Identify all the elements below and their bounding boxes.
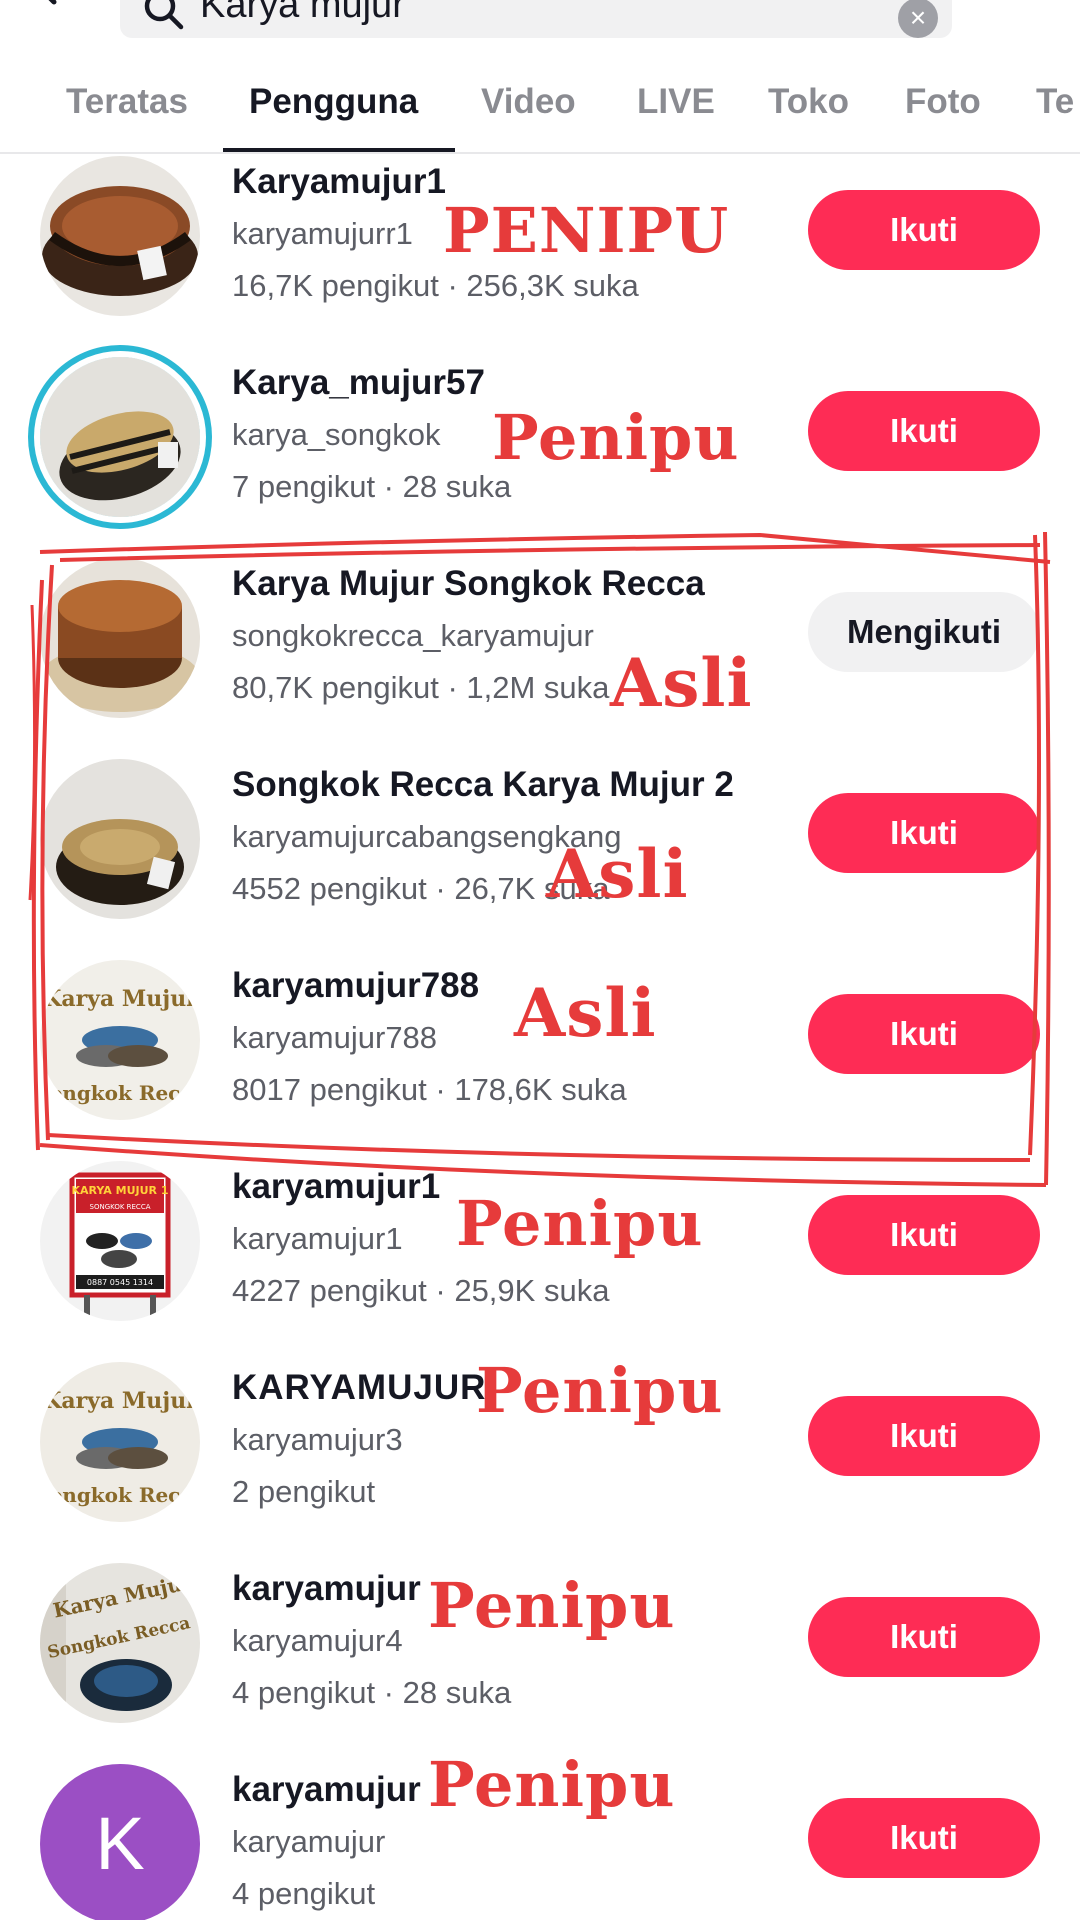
user-stats: 2 pengikut: [232, 1474, 376, 1509]
avatar-text: 0887 0545 1314: [87, 1278, 153, 1287]
avatar[interactable]: Karya Mujur Songkok Recca: [40, 1563, 200, 1723]
annotation-label: Penipu: [492, 401, 740, 474]
follow-button[interactable]: Ikuti: [808, 1597, 1040, 1677]
follow-button[interactable]: Ikuti: [808, 994, 1040, 1074]
tab-live[interactable]: LIVE: [637, 82, 715, 122]
avatar-text: Songkok Recca: [40, 1081, 200, 1105]
user-handle: karyamujur: [232, 1824, 386, 1859]
chevron-left-icon: [48, 0, 57, 5]
avatar[interactable]: [40, 357, 200, 517]
avatar-text: Songkok Recca: [40, 1483, 200, 1507]
user-display-name: Karya Mujur Songkok Recca: [232, 564, 705, 603]
avatar[interactable]: [40, 558, 200, 718]
user-stats: 80,7K pengikut · 1,2M suka: [232, 670, 610, 705]
back-button[interactable]: [28, 0, 68, 6]
user-row[interactable]: Karyamujur1 karyamujurr1 16,7K pengikut …: [0, 140, 1080, 341]
user-display-name: Songkok Recca Karya Mujur 2: [232, 765, 734, 804]
user-stats: 16,7K pengikut · 256,3K suka: [232, 268, 639, 303]
avatar-text: Karya Mujur: [42, 1388, 198, 1414]
user-handle: karyamujur1: [232, 1221, 403, 1256]
follow-button[interactable]: Ikuti: [808, 391, 1040, 471]
user-stats: 8017 pengikut · 178,6K suka: [232, 1072, 627, 1107]
clear-icon: ×: [909, 2, 927, 33]
user-stats: 4 pengikut: [232, 1876, 376, 1911]
avatar-text: SONGKOK RECCA: [90, 1203, 151, 1211]
user-handle: karya_songkok: [232, 417, 441, 452]
tab-more[interactable]: Te: [1036, 82, 1074, 122]
tab-toko[interactable]: Toko: [768, 82, 849, 122]
follow-button[interactable]: Ikuti: [808, 190, 1040, 270]
user-handle: karyamujurr1: [232, 216, 413, 251]
annotation-label: Asli: [546, 835, 689, 913]
avatar-text: Karya Mujur: [42, 986, 198, 1012]
avatar[interactable]: KARYA MUJUR 1 SONGKOK RECCA 0887 0545 13…: [40, 1161, 200, 1321]
user-handle: karyamujur3: [232, 1422, 403, 1457]
annotation-label: Asli: [514, 974, 657, 1052]
annotation-label: Asli: [610, 644, 753, 722]
user-handle: songkokrecca_karyamujur: [232, 618, 594, 653]
user-row[interactable]: KARYA MUJUR 1 SONGKOK RECCA 0887 0545 13…: [0, 1145, 1080, 1346]
user-stats: 7 pengikut · 28 suka: [232, 469, 512, 504]
clear-search-button[interactable]: ×: [898, 0, 938, 38]
user-display-name: karyamujur1: [232, 1167, 441, 1206]
user-display-name: KARYAMUJUR: [232, 1368, 487, 1407]
user-row[interactable]: Songkok Recca Karya Mujur 2 karyamujurca…: [0, 743, 1080, 944]
tab-video[interactable]: Video: [481, 82, 576, 122]
annotation-label: Penipu: [428, 1569, 676, 1642]
annotation-label: Penipu: [428, 1748, 676, 1821]
user-row[interactable]: Karya_mujur57 karya_songkok 7 pengikut ·…: [0, 341, 1080, 542]
user-row[interactable]: Karya Mujur Songkok Recca karyamujur788 …: [0, 944, 1080, 1145]
annotation-label: PENIPU: [443, 194, 730, 267]
avatar-text: KARYA MUJUR 1: [71, 1184, 168, 1197]
follow-button[interactable]: Ikuti: [808, 1396, 1040, 1476]
user-display-name: Karyamujur1: [232, 162, 446, 201]
user-handle: karyamujur4: [232, 1623, 403, 1658]
user-display-name: karyamujur788: [232, 966, 480, 1005]
follow-button[interactable]: Ikuti: [808, 793, 1040, 873]
avatar[interactable]: Karya Mujur Songkok Recca: [40, 960, 200, 1120]
annotation-label: Penipu: [476, 1354, 724, 1427]
search-bar[interactable]: Karya mujur ×: [120, 0, 952, 38]
tab-teratas[interactable]: Teratas: [66, 82, 188, 122]
user-display-name: Karya_mujur57: [232, 363, 485, 402]
user-row[interactable]: Karya Mujur Songkok Recca songkokrecca_k…: [0, 542, 1080, 743]
user-stats: 4 pengikut · 28 suka: [232, 1675, 512, 1710]
search-icon: [144, 0, 184, 30]
avatar[interactable]: [40, 156, 200, 316]
search-query[interactable]: Karya mujur: [200, 0, 405, 27]
user-row[interactable]: Karya Mujur Songkok Recca karyamujur kar…: [0, 1547, 1080, 1748]
user-row[interactable]: Karya Mujur Songkok Recca KARYAMUJUR kar…: [0, 1346, 1080, 1547]
avatar[interactable]: [40, 759, 200, 919]
avatar[interactable]: Karya Mujur Songkok Recca: [40, 1362, 200, 1522]
user-display-name: karyamujur: [232, 1569, 421, 1608]
annotation-label: Penipu: [456, 1187, 704, 1260]
tab-pengguna[interactable]: Pengguna: [249, 82, 418, 122]
follow-button[interactable]: Ikuti: [808, 1195, 1040, 1275]
user-handle: karyamujur788: [232, 1020, 438, 1055]
follow-button[interactable]: Ikuti: [808, 1798, 1040, 1878]
avatar-letter: K: [95, 1802, 145, 1885]
user-stats: 4227 pengikut · 25,9K suka: [232, 1273, 610, 1308]
following-button[interactable]: Mengikuti: [808, 592, 1040, 672]
user-row[interactable]: K karyamujur karyamujur 4 pengikut Ikuti…: [0, 1748, 1080, 1920]
user-display-name: karyamujur: [232, 1770, 421, 1809]
avatar[interactable]: K: [40, 1764, 200, 1920]
tab-foto[interactable]: Foto: [905, 82, 981, 122]
